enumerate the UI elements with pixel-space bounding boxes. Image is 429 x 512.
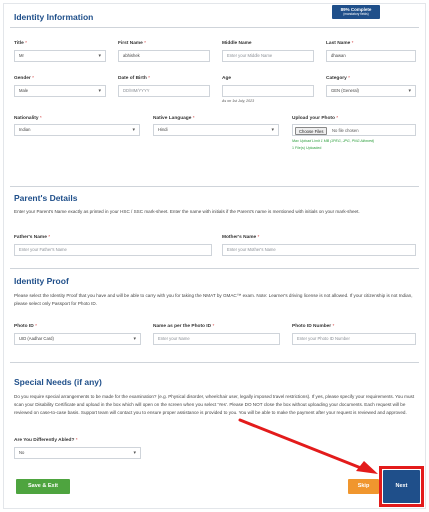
divider [10,27,419,28]
mother-name-input[interactable]: Enter your Mother's Name [222,244,416,256]
parents-title: Parent's Details [14,193,78,203]
photo-upload-field: Choose Files No file chosen [292,124,416,136]
special-instructions: Do you require special arrangements to b… [14,394,415,416]
differently-abled-label: Are You Differently Abled? * [14,438,78,443]
age-note: As on 1st July, 2023 [222,99,255,103]
first-name-label: First Name * [118,41,147,46]
divider [10,268,419,269]
file-status: No file chosen [332,128,359,133]
photo-uploaded-note: 1 File(s) Uploaded [292,146,322,150]
progress-badge: 89% Complete (mandatory fields) [332,5,380,19]
differently-abled-select[interactable]: No [14,447,141,459]
name-on-id-label: Name as per the Photo ID * [153,324,215,329]
photo-limit-note: Max Upload Limit 1 MB (JPEG, JPG, PNG Al… [292,139,375,143]
name-on-id-input[interactable]: Enter your Name [153,333,280,345]
gender-select[interactable]: Male [14,85,106,97]
age-label: Age [222,76,232,81]
photo-id-select[interactable]: UID (Aadhar Card) [14,333,141,345]
last-name-input[interactable]: dhawan [326,50,416,62]
nationality-label: Nationality * [14,116,42,121]
id-number-label: Photo ID Number * [292,324,335,329]
dob-label: Date of Birth * [118,76,151,81]
parents-instructions: Enter your Parent's Name exactly as prin… [14,209,360,214]
gender-label: Gender * [14,76,35,81]
special-title: Special Needs (if any) [14,377,102,387]
title-select[interactable]: Mr [14,50,106,62]
category-select[interactable]: GEN (General) [326,85,416,97]
identity-title: Identity Information [14,12,94,22]
age-input[interactable] [222,85,314,97]
skip-button[interactable]: Skip [348,479,379,494]
middle-name-input[interactable]: Enter your Middle Name [222,50,314,62]
form-panel [3,3,426,509]
title-label: Title * [14,41,27,46]
middle-name-label: Middle Name [222,41,252,46]
photo-label: Upload your Photo * [292,116,339,121]
choose-files-button[interactable]: Choose Files [295,127,328,135]
native-language-label: Native Language * [153,116,195,121]
progress-sub: (mandatory fields) [343,12,369,16]
next-button[interactable]: Next [383,470,420,503]
mother-name-label: Mother's Name * [222,235,260,240]
proof-instructions: Please select the Identity Proof that yo… [14,293,413,307]
category-label: Category * [326,76,351,81]
id-number-input[interactable]: Enter your Photo ID Number [292,333,416,345]
proof-title: Identity Proof [14,276,69,286]
nationality-select[interactable]: Indian [14,124,140,136]
divider [10,362,419,363]
divider [10,186,419,187]
father-name-input[interactable]: Enter your Father's Name [14,244,212,256]
father-name-label: Father's Name * [14,235,51,240]
first-name-input[interactable]: abhishek [118,50,210,62]
save-exit-button[interactable]: Save & Exit [16,479,70,494]
last-name-label: Last Name * [326,41,354,46]
photo-id-label: Photo ID * [14,324,37,329]
dob-input[interactable]: DD/MM/YYYY [118,85,210,97]
native-language-select[interactable]: Hindi [153,124,279,136]
